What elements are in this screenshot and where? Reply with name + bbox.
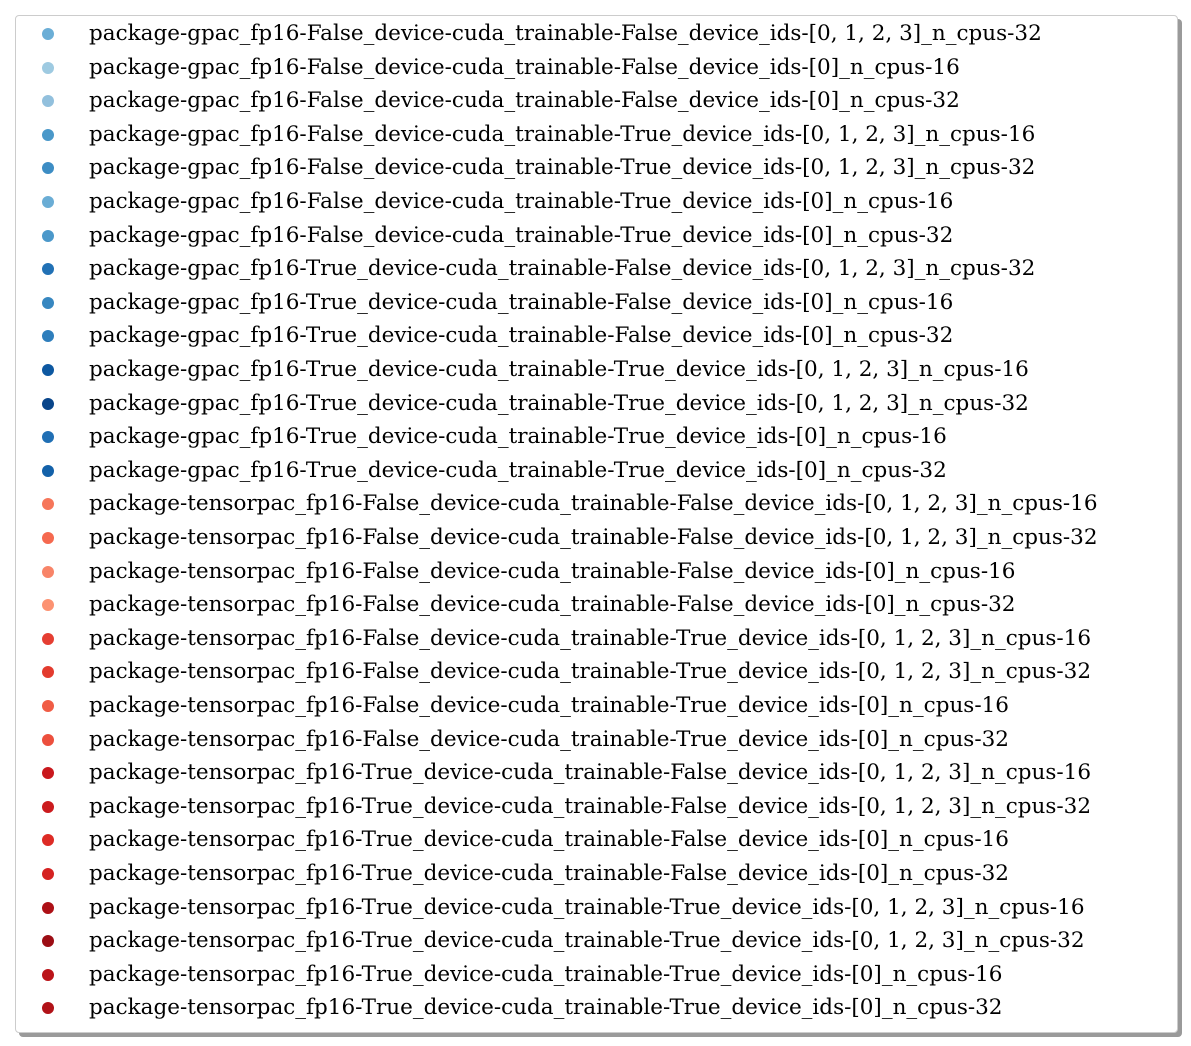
legend-label: package-gpac_fp16-True_device-cuda_train… bbox=[89, 357, 1029, 382]
legend-entry: package-tensorpac_fp16-True_device-cuda_… bbox=[16, 891, 1177, 925]
legend-entry: package-tensorpac_fp16-True_device-cuda_… bbox=[16, 924, 1177, 958]
legend-marker bbox=[42, 700, 54, 712]
legend-marker bbox=[42, 800, 54, 813]
legend-marker bbox=[42, 263, 54, 276]
legend-entry: package-gpac_fp16-False_device-cuda_trai… bbox=[16, 17, 1177, 51]
legend-marker bbox=[42, 464, 54, 477]
legend-marker bbox=[42, 296, 54, 309]
legend-entry: package-tensorpac_fp16-True_device-cuda_… bbox=[16, 823, 1177, 857]
legend-label: package-gpac_fp16-False_device-cuda_trai… bbox=[89, 54, 960, 80]
legend-marker bbox=[42, 196, 54, 208]
legend-entry: package-gpac_fp16-True_device-cuda_train… bbox=[16, 319, 1177, 353]
legend-marker bbox=[42, 397, 54, 410]
legend-entry: package-tensorpac_fp16-False_device-cuda… bbox=[16, 689, 1177, 723]
legend-label: package-tensorpac_fp16-False_device-cuda… bbox=[89, 693, 1009, 718]
legend-marker bbox=[42, 1002, 54, 1015]
legend-marker bbox=[42, 128, 54, 141]
legend-entry: package-tensorpac_fp16-False_device-cuda… bbox=[16, 622, 1177, 656]
legend-entry: package-tensorpac_fp16-True_device-cuda_… bbox=[16, 756, 1177, 790]
legend-label: package-gpac_fp16-True_device-cuda_train… bbox=[89, 256, 1036, 282]
legend-entry: package-tensorpac_fp16-False_device-cuda… bbox=[16, 487, 1177, 521]
legend-label: package-tensorpac_fp16-False_device-cuda… bbox=[89, 592, 1016, 618]
legend-entry: package-tensorpac_fp16-True_device-cuda_… bbox=[16, 790, 1177, 824]
legend-label: package-gpac_fp16-False_device-cuda_trai… bbox=[89, 21, 1042, 46]
legend-marker bbox=[42, 229, 54, 242]
legend-label: package-gpac_fp16-True_device-cuda_train… bbox=[89, 323, 954, 349]
legend-entry: package-gpac_fp16-True_device-cuda_train… bbox=[16, 252, 1177, 286]
legend-marker bbox=[42, 498, 54, 511]
legend-marker bbox=[42, 532, 54, 544]
legend-marker bbox=[42, 599, 54, 612]
legend-marker bbox=[42, 901, 54, 914]
legend-entry: package-tensorpac_fp16-False_device-cuda… bbox=[16, 555, 1177, 589]
legend-entry: package-gpac_fp16-True_device-cuda_train… bbox=[16, 286, 1177, 320]
legend-entry: package-gpac_fp16-False_device-cuda_trai… bbox=[16, 219, 1177, 253]
legend-entry: package-gpac_fp16-True_device-cuda_train… bbox=[16, 387, 1177, 421]
legend-label: package-gpac_fp16-False_device-cuda_trai… bbox=[89, 121, 1036, 147]
legend-entry: package-tensorpac_fp16-False_device-cuda… bbox=[16, 655, 1177, 689]
legend-entry: package-gpac_fp16-False_device-cuda_trai… bbox=[16, 84, 1177, 118]
legend-label: package-tensorpac_fp16-True_device-cuda_… bbox=[89, 995, 1003, 1021]
legend-box: package-gpac_fp16-False_device-cuda_trai… bbox=[15, 15, 1178, 1033]
legend-marker bbox=[42, 431, 54, 444]
legend-label: package-tensorpac_fp16-False_device-cuda… bbox=[89, 726, 1009, 752]
legend-label: package-gpac_fp16-False_device-cuda_trai… bbox=[89, 155, 1036, 181]
legend-label: package-tensorpac_fp16-True_device-cuda_… bbox=[89, 760, 1092, 786]
legend-label: package-tensorpac_fp16-False_device-cuda… bbox=[89, 558, 1016, 584]
legend-entry: package-gpac_fp16-True_device-cuda_train… bbox=[16, 353, 1177, 387]
legend-entry: package-tensorpac_fp16-True_device-cuda_… bbox=[16, 991, 1177, 1025]
legend-marker bbox=[42, 330, 54, 343]
legend-label: package-tensorpac_fp16-True_device-cuda_… bbox=[89, 827, 1009, 853]
legend-label: package-gpac_fp16-True_device-cuda_train… bbox=[89, 289, 954, 315]
legend-marker bbox=[42, 28, 54, 40]
legend-entry: package-tensorpac_fp16-False_device-cuda… bbox=[16, 521, 1177, 555]
legend-entry: package-tensorpac_fp16-False_device-cuda… bbox=[16, 588, 1177, 622]
legend-label: package-gpac_fp16-True_device-cuda_train… bbox=[89, 424, 947, 450]
legend-marker bbox=[42, 968, 54, 981]
legend-marker bbox=[42, 61, 54, 74]
legend-label: package-tensorpac_fp16-True_device-cuda_… bbox=[89, 793, 1092, 819]
legend-label: package-tensorpac_fp16-False_device-cuda… bbox=[89, 525, 1098, 550]
legend-label: package-tensorpac_fp16-False_device-cuda… bbox=[89, 659, 1092, 685]
legend-label: package-tensorpac_fp16-True_device-cuda_… bbox=[89, 861, 1009, 886]
legend-label: package-gpac_fp16-False_device-cuda_trai… bbox=[89, 189, 954, 214]
legend-label: package-tensorpac_fp16-True_device-cuda_… bbox=[89, 928, 1085, 954]
legend-marker bbox=[42, 364, 54, 376]
legend-label: package-gpac_fp16-False_device-cuda_trai… bbox=[89, 222, 954, 248]
legend-marker bbox=[42, 935, 54, 948]
legend-list: package-gpac_fp16-False_device-cuda_trai… bbox=[16, 16, 1177, 1032]
legend-label: package-tensorpac_fp16-False_device-cuda… bbox=[89, 625, 1092, 651]
legend-marker bbox=[42, 162, 54, 175]
legend-entry: package-gpac_fp16-False_device-cuda_trai… bbox=[16, 118, 1177, 152]
legend-entry: package-gpac_fp16-True_device-cuda_train… bbox=[16, 420, 1177, 454]
legend-entry: package-tensorpac_fp16-False_device-cuda… bbox=[16, 723, 1177, 757]
legend-label: package-tensorpac_fp16-False_device-cuda… bbox=[89, 491, 1098, 517]
legend-marker bbox=[42, 565, 54, 578]
legend-marker bbox=[42, 834, 54, 847]
legend-entry: package-tensorpac_fp16-True_device-cuda_… bbox=[16, 857, 1177, 891]
legend-label: package-gpac_fp16-False_device-cuda_trai… bbox=[89, 88, 960, 114]
legend-marker bbox=[42, 666, 54, 679]
legend-entry: package-gpac_fp16-False_device-cuda_trai… bbox=[16, 51, 1177, 85]
legend-marker bbox=[42, 868, 54, 880]
legend-entry: package-gpac_fp16-False_device-cuda_trai… bbox=[16, 185, 1177, 219]
legend-marker bbox=[42, 733, 54, 746]
legend-entry: package-tensorpac_fp16-True_device-cuda_… bbox=[16, 958, 1177, 992]
legend-entry: package-gpac_fp16-False_device-cuda_trai… bbox=[16, 151, 1177, 185]
legend-marker bbox=[42, 632, 54, 645]
legend-label: package-tensorpac_fp16-True_device-cuda_… bbox=[89, 961, 1003, 987]
legend-marker bbox=[42, 95, 54, 108]
legend-entry: package-gpac_fp16-True_device-cuda_train… bbox=[16, 454, 1177, 488]
legend-label: package-gpac_fp16-True_device-cuda_train… bbox=[89, 390, 1029, 416]
legend-label: package-tensorpac_fp16-True_device-cuda_… bbox=[89, 894, 1085, 920]
legend-label: package-gpac_fp16-True_device-cuda_train… bbox=[89, 457, 947, 483]
legend-marker bbox=[42, 767, 54, 780]
